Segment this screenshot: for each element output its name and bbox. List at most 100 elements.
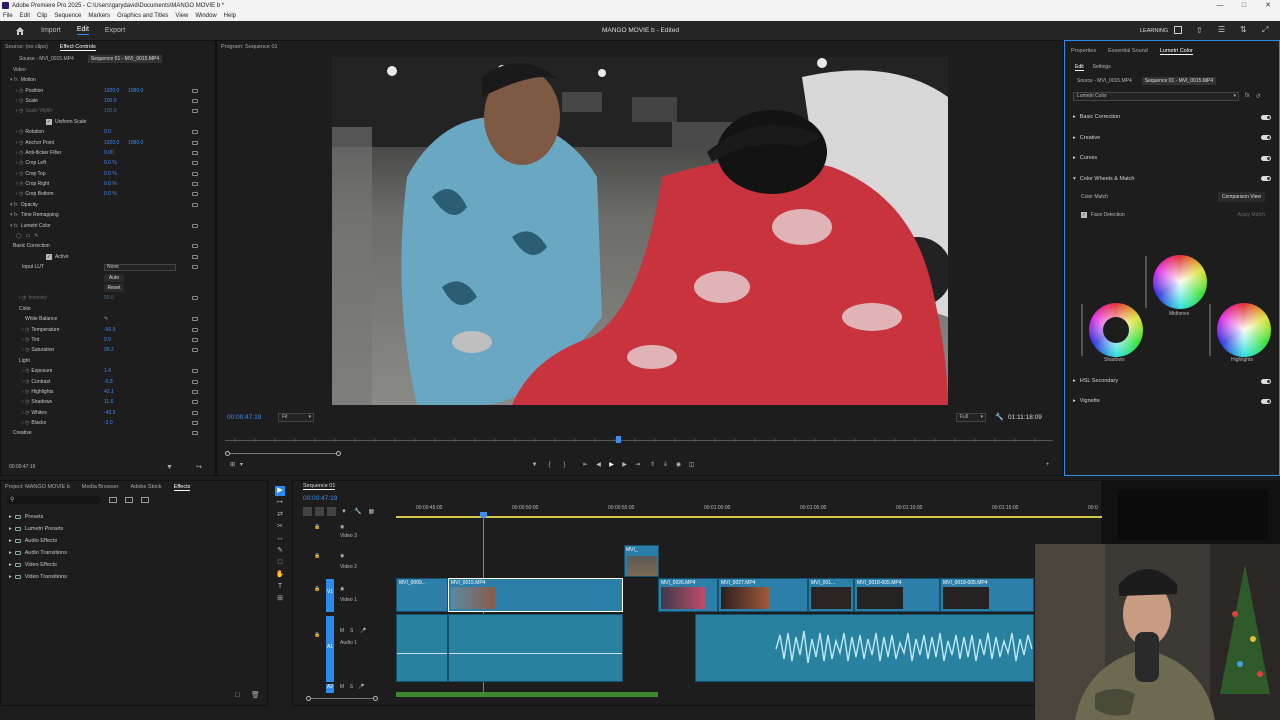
keyframe-toggle-icon[interactable]: › ◷ [16,191,23,197]
solo-icon[interactable]: S [350,628,353,634]
folder-lumetri-presets[interactable]: ▸ Lumetri Presets [1,523,267,535]
tab-export[interactable]: Export [105,27,125,34]
effect-property-row[interactable]: ✓ Active [1,252,215,262]
effect-controls-timecode[interactable]: 00:00:47:19 [9,464,35,470]
fx-toggle-icon[interactable]: ▾ fx [10,77,18,83]
timeline-clip[interactable]: MVI_0018-005.MP4 [940,578,1034,612]
tab-edit[interactable]: Edit [76,26,89,35]
lumetri-sequence-tab[interactable]: Sequence 01 - MVI_0015.MP4 [1141,77,1217,85]
reset-parameter-icon[interactable] [192,109,198,114]
lock-icon[interactable]: 🔒 [314,586,320,592]
effect-property-row[interactable]: › ◷ Crop Top 0.0 % [1,169,215,179]
reset-parameter-icon[interactable] [192,431,198,436]
tab-lumetri-color[interactable]: Lumetri Color [1159,48,1193,55]
go-to-in-icon[interactable]: ⇤ [581,461,590,470]
lumetri-source-tab[interactable]: Source - MVI_0015.MP4 [1077,78,1132,84]
subtab-edit[interactable]: Edit [1075,64,1084,71]
effect-property-value[interactable]: 11.6 [104,399,113,405]
zoom-select[interactable]: Fit ▾ [278,413,314,422]
audio-clip[interactable] [448,614,623,682]
reset-parameter-icon[interactable] [192,410,198,415]
face-detection-checkbox[interactable]: ✓ [1081,212,1087,218]
keyframe-toggle-icon[interactable]: › ◷ [22,379,29,385]
keyframe-toggle-icon[interactable]: › ◷ [16,108,23,114]
keyframe-toggle-icon[interactable]: › ◷ [22,410,29,416]
reset-parameter-icon[interactable] [192,421,198,426]
razor-tool-icon[interactable]: ✂ [275,522,285,532]
track-select-tool-icon[interactable]: ↦ [275,498,285,508]
effect-property-value[interactable]: 1920.0 [104,140,119,146]
effect-property-row[interactable]: ✓ Uniform Scale [1,117,215,127]
effect-property-value[interactable]: 100.0 [104,108,117,114]
effect-property-value[interactable]: 99.2 [104,347,114,353]
settings-wrench-icon[interactable]: 🔧 [354,508,361,515]
program-monitor-title[interactable]: Program: Sequence 01 [221,44,278,50]
tab-essential-sound[interactable]: Essential Sound [1108,48,1148,54]
eyedropper-icon[interactable]: ✎ [104,316,108,322]
snap-icon[interactable] [303,507,312,516]
keyframe-toggle-icon[interactable]: › ◷ [22,327,29,333]
reset-parameter-icon[interactable] [192,202,198,207]
fullscreen-icon[interactable]: ⤢ [1262,25,1268,35]
midtones-slider[interactable] [1145,256,1147,308]
menu-clip[interactable]: Clip [37,13,47,19]
ripple-edit-tool-icon[interactable]: ⇄ [275,510,285,520]
reset-parameter-icon[interactable] [192,348,198,353]
menu-icon[interactable]: ☰ [1218,25,1225,34]
keyframe-toggle-icon[interactable]: › ◷ [16,171,23,177]
effect-property-row[interactable]: ▾ fx Time Remapping [1,210,215,220]
effect-property-row[interactable]: › ◷ Temperature -66.9 [1,324,215,334]
tab-effects[interactable]: Effects [173,484,191,491]
zoom-scrollbar[interactable] [225,451,341,456]
effect-property-value[interactable]: -66.9 [104,327,115,333]
delete-icon[interactable]: 🗑 [251,691,260,699]
keyframe-toggle-icon[interactable]: › ◷ [22,389,29,395]
reset-parameter-icon[interactable] [192,327,198,332]
reset-parameter-icon[interactable] [192,379,198,384]
effect-property-row[interactable]: › ◷ Anchor Point 1920.0 1080.0 [1,137,215,147]
tab-adobe-stock[interactable]: Adobe Stock [130,484,161,490]
add-marker-icon[interactable]: ▼ [530,461,539,470]
tab-source[interactable]: Source: (no clips) [5,44,48,50]
effect-property-row[interactable]: › ◷ Crop Right 0.0 % [1,179,215,189]
solo-icon[interactable]: S [350,684,353,690]
effect-property-row[interactable]: › ◷ Position 1920.0 1080.0 [1,85,215,95]
effect-property-value[interactable]: 0.0 % [104,191,117,197]
timeline-ruler[interactable]: 00:00:45:00 00:00:50:00 00:00:55:00 00:0… [396,505,1102,523]
highlights-wheel[interactable] [1217,303,1271,357]
reset-parameter-icon[interactable] [192,254,198,259]
effect-property-row[interactable]: › ◷ Rotation 0.0 [1,127,215,137]
shadows-slider[interactable] [1081,304,1083,356]
keyframe-toggle-icon[interactable]: › ◷ [16,98,23,104]
mic-icon[interactable]: 🎤 [358,684,364,690]
captions-icon[interactable]: ▦ [368,508,374,515]
audio-clip[interactable] [695,614,1034,682]
quick-export-icon[interactable]: ⇅ [1240,25,1247,34]
comparison-view-button[interactable]: Comparison View [1217,192,1265,202]
timeline-clip[interactable]: MVI_ [624,545,659,577]
reset-parameter-icon[interactable] [192,171,198,176]
effect-property-value[interactable]: 0.0 % [104,171,117,177]
tab-effect-controls[interactable]: Effect Controls [59,44,96,51]
effect-property-row[interactable]: ◯ ▭ ✎ [1,231,215,241]
keyframe-toggle-icon[interactable]: › ◷ [16,140,23,146]
folder-audio-transitions[interactable]: ▸ Audio Transitions [1,547,267,559]
fx-toggle-icon[interactable]: ▾ fx [10,223,18,229]
effect-property-row[interactable]: Creative [1,428,215,438]
keyframe-toggle-icon[interactable]: › ◷ [16,88,23,94]
filter-icon[interactable]: ▼ [166,464,173,471]
reset-parameter-icon[interactable] [192,389,198,394]
sequence-clip-tab[interactable]: Sequence 01 - MVI_0015.MP4 [87,55,163,63]
effect-property-row[interactable]: › ◷ Whites -40.5 [1,408,215,418]
add-marker-timeline-icon[interactable] [327,507,336,516]
reset-parameter-icon[interactable] [192,140,198,145]
fx-toggle-icon[interactable]: ▾ fx [10,202,18,208]
program-timecode[interactable]: 00:00:47:19 [227,414,261,421]
color-wheels-toggle[interactable] [1261,176,1271,182]
menu-help[interactable]: Help [224,13,236,19]
effect-property-value[interactable]: 0.0 % [104,181,117,187]
effect-property-row[interactable]: › ◷ Blacks -3.0 [1,418,215,428]
checkbox[interactable]: ✓ [46,253,52,260]
reset-parameter-icon[interactable] [192,296,198,301]
home-icon[interactable] [15,26,25,35]
